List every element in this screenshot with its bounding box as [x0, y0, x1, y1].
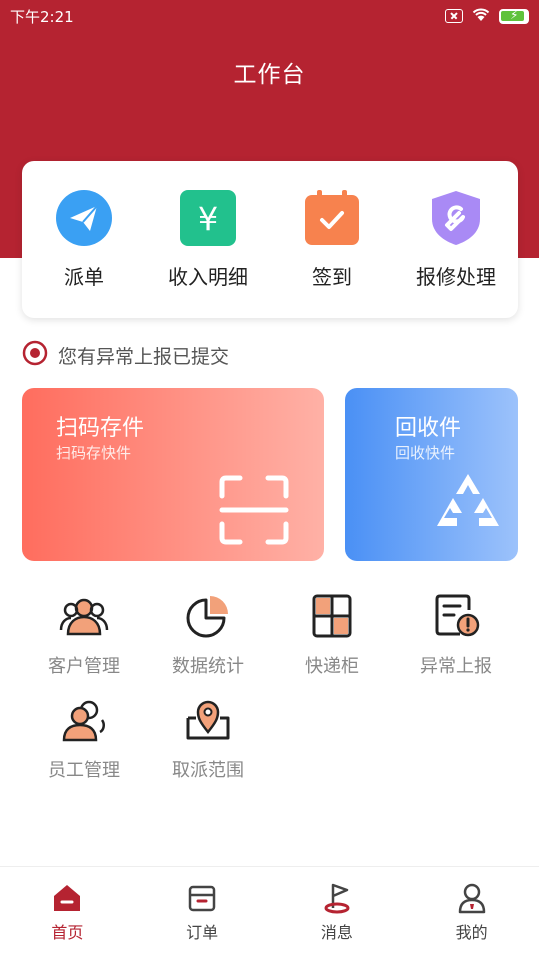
tab-label: 我的 [455, 923, 488, 942]
grid-item-staff[interactable]: 员工管理 [22, 694, 146, 798]
quick-action-label: 收入明细 [168, 265, 248, 289]
grid-item-label: 客户管理 [48, 656, 120, 677]
tab-orders[interactable]: 订单 [135, 867, 270, 955]
quick-action-label: 签到 [312, 265, 352, 289]
home-icon [50, 881, 84, 915]
tab-label: 首页 [51, 923, 84, 942]
recycle-card-subtitle: 回收快件 [395, 444, 456, 462]
grid-row: 客户管理 数据统计 快递柜 异常上报 [22, 590, 518, 694]
pie-chart-icon [182, 590, 234, 642]
tab-messages[interactable]: 消息 [270, 867, 405, 955]
report-alert-icon [430, 590, 482, 642]
quick-action-income[interactable]: ¥ 收入明细 [146, 161, 270, 318]
grid-item-label: 取派范围 [172, 760, 244, 781]
status-bar: 下午2:21 ⚡ [0, 0, 539, 32]
charging-icon: ⚡ [510, 7, 519, 22]
scan-store-card[interactable]: 扫码存件 扫码存快件 [22, 388, 324, 561]
yuan-icon: ¥ [179, 189, 237, 247]
calendar-check-icon [303, 189, 361, 247]
tab-label: 订单 [186, 923, 219, 942]
order-box-icon [185, 881, 219, 915]
scan-frame-icon [218, 474, 290, 550]
no-sim-icon [445, 9, 463, 23]
tab-home[interactable]: 首页 [0, 867, 135, 955]
locker-icon [306, 590, 358, 642]
flag-message-icon [320, 881, 354, 915]
battery-icon: ⚡ [499, 7, 529, 24]
quick-action-checkin[interactable]: 签到 [270, 161, 394, 318]
notice-text: 您有异常上报已提交 [58, 346, 230, 368]
status-time: 下午2:21 [10, 7, 74, 26]
status-icons: ⚡ [445, 6, 529, 26]
grid-item-label: 异常上报 [420, 656, 492, 677]
grid-row: 员工管理 取派范围 [22, 694, 518, 798]
grid-item-delivery-range[interactable]: 取派范围 [146, 694, 270, 798]
quick-action-dispatch[interactable]: 派单 [22, 161, 146, 318]
quick-action-repair[interactable]: 报修处理 [394, 161, 518, 318]
grid-item-customers[interactable]: 客户管理 [22, 590, 146, 694]
scan-card-subtitle: 扫码存快件 [56, 444, 132, 462]
scan-card-title: 扫码存件 [56, 416, 145, 441]
page-title: 工作台 [233, 62, 306, 88]
function-grid: 客户管理 数据统计 快递柜 异常上报 员工管理 取派范围 [22, 590, 518, 798]
grid-item-label: 员工管理 [48, 760, 120, 781]
recycle-card-title: 回收件 [395, 416, 462, 441]
grid-item-exception-report[interactable]: 异常上报 [394, 590, 518, 694]
grid-item-label: 快递柜 [305, 656, 359, 677]
user-icon [455, 881, 489, 915]
quick-action-label: 派单 [64, 265, 104, 289]
customers-icon [58, 590, 110, 642]
wrench-shield-icon [427, 189, 485, 247]
quick-actions-card: 派单 ¥ 收入明细 签到 报修处理 [22, 161, 518, 318]
map-pin-icon [182, 694, 234, 746]
recycle-card[interactable]: 回收件 回收快件 [345, 388, 518, 561]
wifi-icon [471, 6, 491, 26]
tab-profile[interactable]: 我的 [404, 867, 539, 955]
notice-bar[interactable]: 您有异常上报已提交 [22, 340, 229, 371]
grid-item-locker[interactable]: 快递柜 [270, 590, 394, 694]
svg-text:¥: ¥ [198, 200, 218, 238]
quick-action-label: 报修处理 [416, 265, 496, 289]
tab-label: 消息 [320, 923, 353, 942]
paper-plane-icon [55, 189, 113, 247]
recycle-icon [433, 470, 503, 544]
grid-item-label: 数据统计 [172, 656, 244, 677]
staff-icon [58, 694, 110, 746]
target-icon [22, 340, 48, 371]
grid-item-statistics[interactable]: 数据统计 [146, 590, 270, 694]
bottom-tab-bar: 首页 订单 消息 我的 [0, 866, 539, 955]
